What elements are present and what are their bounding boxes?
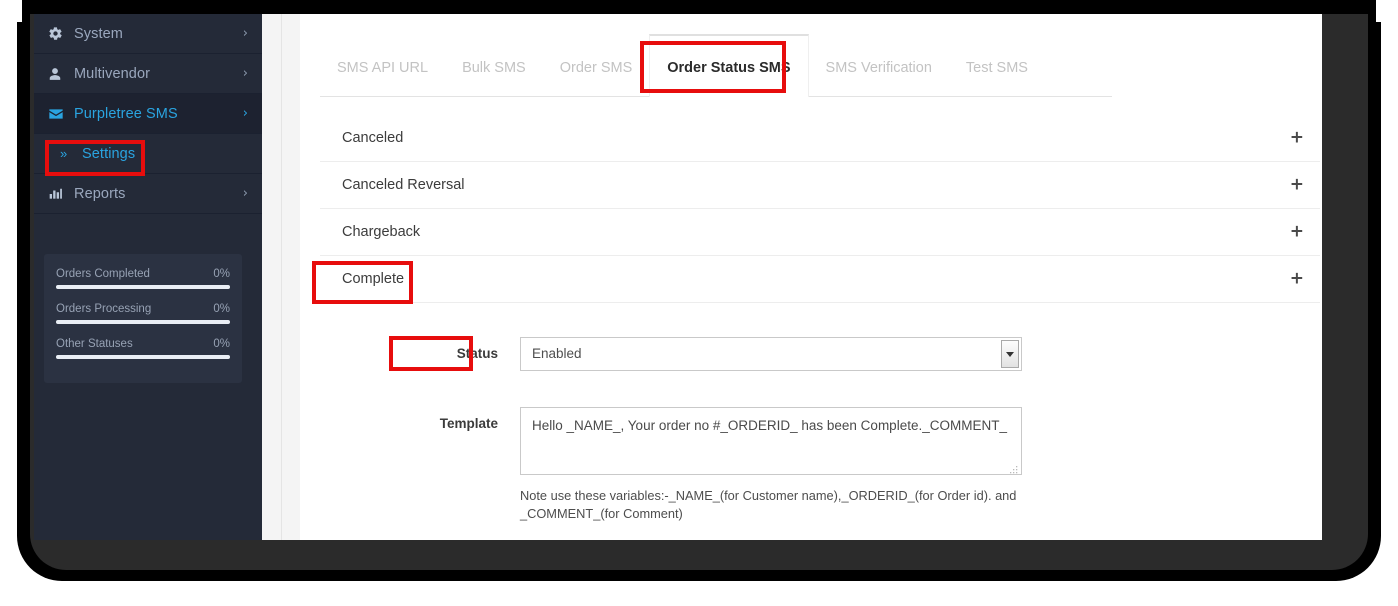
tab-order-status-sms[interactable]: Order Status SMS bbox=[649, 34, 809, 97]
tab-bar: SMS API URL Bulk SMS Order SMS Order Sta… bbox=[320, 34, 1112, 97]
plus-icon[interactable]: + bbox=[1290, 223, 1304, 241]
bezel-top-strip bbox=[0, 0, 1398, 14]
chevron-right-icon: › bbox=[242, 26, 248, 41]
chevron-right-icon: › bbox=[242, 106, 248, 121]
double-chevron-icon: » bbox=[60, 146, 68, 161]
tab-sms-api-url[interactable]: SMS API URL bbox=[320, 34, 445, 97]
device-frame: System › Multivendor › Purpletree SMS › … bbox=[0, 0, 1398, 606]
accordion-title: Canceled bbox=[342, 130, 404, 146]
template-label: Template bbox=[439, 416, 498, 431]
template-textarea[interactable] bbox=[520, 407, 1022, 475]
stat-label: Orders Processing bbox=[56, 303, 152, 315]
sidebar-item-label: System bbox=[74, 25, 123, 42]
sidebar-item-reports[interactable]: Reports › bbox=[34, 174, 262, 214]
sidebar-item-settings[interactable]: » Settings bbox=[34, 134, 262, 174]
status-select-value: Enabled bbox=[532, 346, 582, 361]
stat-orders-completed: Orders Completed 0% bbox=[56, 264, 230, 289]
status-select[interactable]: Enabled bbox=[520, 337, 1022, 371]
sidebar-item-label: Purpletree SMS bbox=[74, 105, 178, 122]
chart-icon bbox=[48, 187, 74, 201]
sidebar-item-system[interactable]: System › bbox=[34, 14, 262, 54]
stat-progress-bar bbox=[56, 320, 230, 324]
tab-test-sms[interactable]: Test SMS bbox=[949, 34, 1045, 97]
order-status-accordion: Canceled + Canceled Reversal + Chargebac… bbox=[320, 115, 1320, 540]
accordion-title: Complete bbox=[342, 271, 405, 287]
gutter-divider bbox=[281, 14, 282, 540]
chevron-down-icon[interactable] bbox=[1001, 340, 1019, 368]
status-label: Status bbox=[456, 346, 498, 361]
sidebar-item-label: Multivendor bbox=[74, 65, 151, 82]
browser-screen: System › Multivendor › Purpletree SMS › … bbox=[34, 14, 1322, 540]
template-help-note: Note use these variables:-_NAME_(for Cus… bbox=[520, 488, 1017, 522]
stat-orders-processing: Orders Processing 0% bbox=[56, 299, 230, 324]
plus-icon[interactable]: + bbox=[1290, 270, 1304, 288]
stat-label: Other Statuses bbox=[56, 338, 133, 350]
chevron-right-icon: › bbox=[242, 186, 248, 201]
stat-other-statuses: Other Statuses 0% bbox=[56, 334, 230, 359]
plus-icon[interactable]: + bbox=[1290, 176, 1304, 194]
stat-value: 0% bbox=[213, 338, 230, 350]
stat-label: Orders Completed bbox=[56, 268, 150, 280]
tab-bulk-sms[interactable]: Bulk SMS bbox=[445, 34, 543, 97]
frame-corner-top-right bbox=[1376, 0, 1398, 22]
plus-icon[interactable]: + bbox=[1290, 129, 1304, 147]
stat-value: 0% bbox=[213, 268, 230, 280]
sidebar: System › Multivendor › Purpletree SMS › … bbox=[34, 14, 262, 540]
accordion-title: Canceled Reversal bbox=[342, 177, 465, 193]
accordion-row-canceled[interactable]: Canceled + bbox=[320, 115, 1320, 162]
tab-sms-verification[interactable]: SMS Verification bbox=[809, 34, 949, 97]
chevron-right-icon: › bbox=[242, 66, 248, 81]
accordion-title: Chargeback bbox=[342, 224, 421, 240]
frame-corner-top-left bbox=[0, 0, 22, 22]
stat-value: 0% bbox=[213, 303, 230, 315]
main-content: SMS API URL Bulk SMS Order SMS Order Sta… bbox=[300, 14, 1322, 540]
user-icon bbox=[48, 67, 74, 81]
accordion-panel-complete: Status Enabled Template Hello _NAME_, Yo… bbox=[320, 303, 1320, 540]
tab-order-sms[interactable]: Order SMS bbox=[543, 34, 650, 97]
sidebar-item-label: Reports bbox=[74, 185, 126, 202]
accordion-row-complete[interactable]: Complete + bbox=[320, 256, 1320, 303]
sidebar-item-multivendor[interactable]: Multivendor › bbox=[34, 54, 262, 94]
mail-icon bbox=[48, 106, 74, 122]
accordion-row-chargeback[interactable]: Chargeback + bbox=[320, 209, 1320, 256]
accordion-row-canceled-reversal[interactable]: Canceled Reversal + bbox=[320, 162, 1320, 209]
gear-icon bbox=[48, 26, 74, 41]
stat-progress-bar bbox=[56, 285, 230, 289]
sidebar-stats-panel: Orders Completed 0% Orders Processing 0%… bbox=[44, 254, 242, 383]
sidebar-item-label: Settings bbox=[82, 145, 136, 162]
form-row-template: Template Hello _NAME_, Your order no #_O… bbox=[320, 407, 1320, 523]
sidebar-item-purpletree-sms[interactable]: Purpletree SMS › bbox=[34, 94, 262, 134]
stat-progress-bar bbox=[56, 355, 230, 359]
form-row-status: Status Enabled bbox=[320, 337, 1320, 371]
content-gutter bbox=[262, 14, 301, 540]
